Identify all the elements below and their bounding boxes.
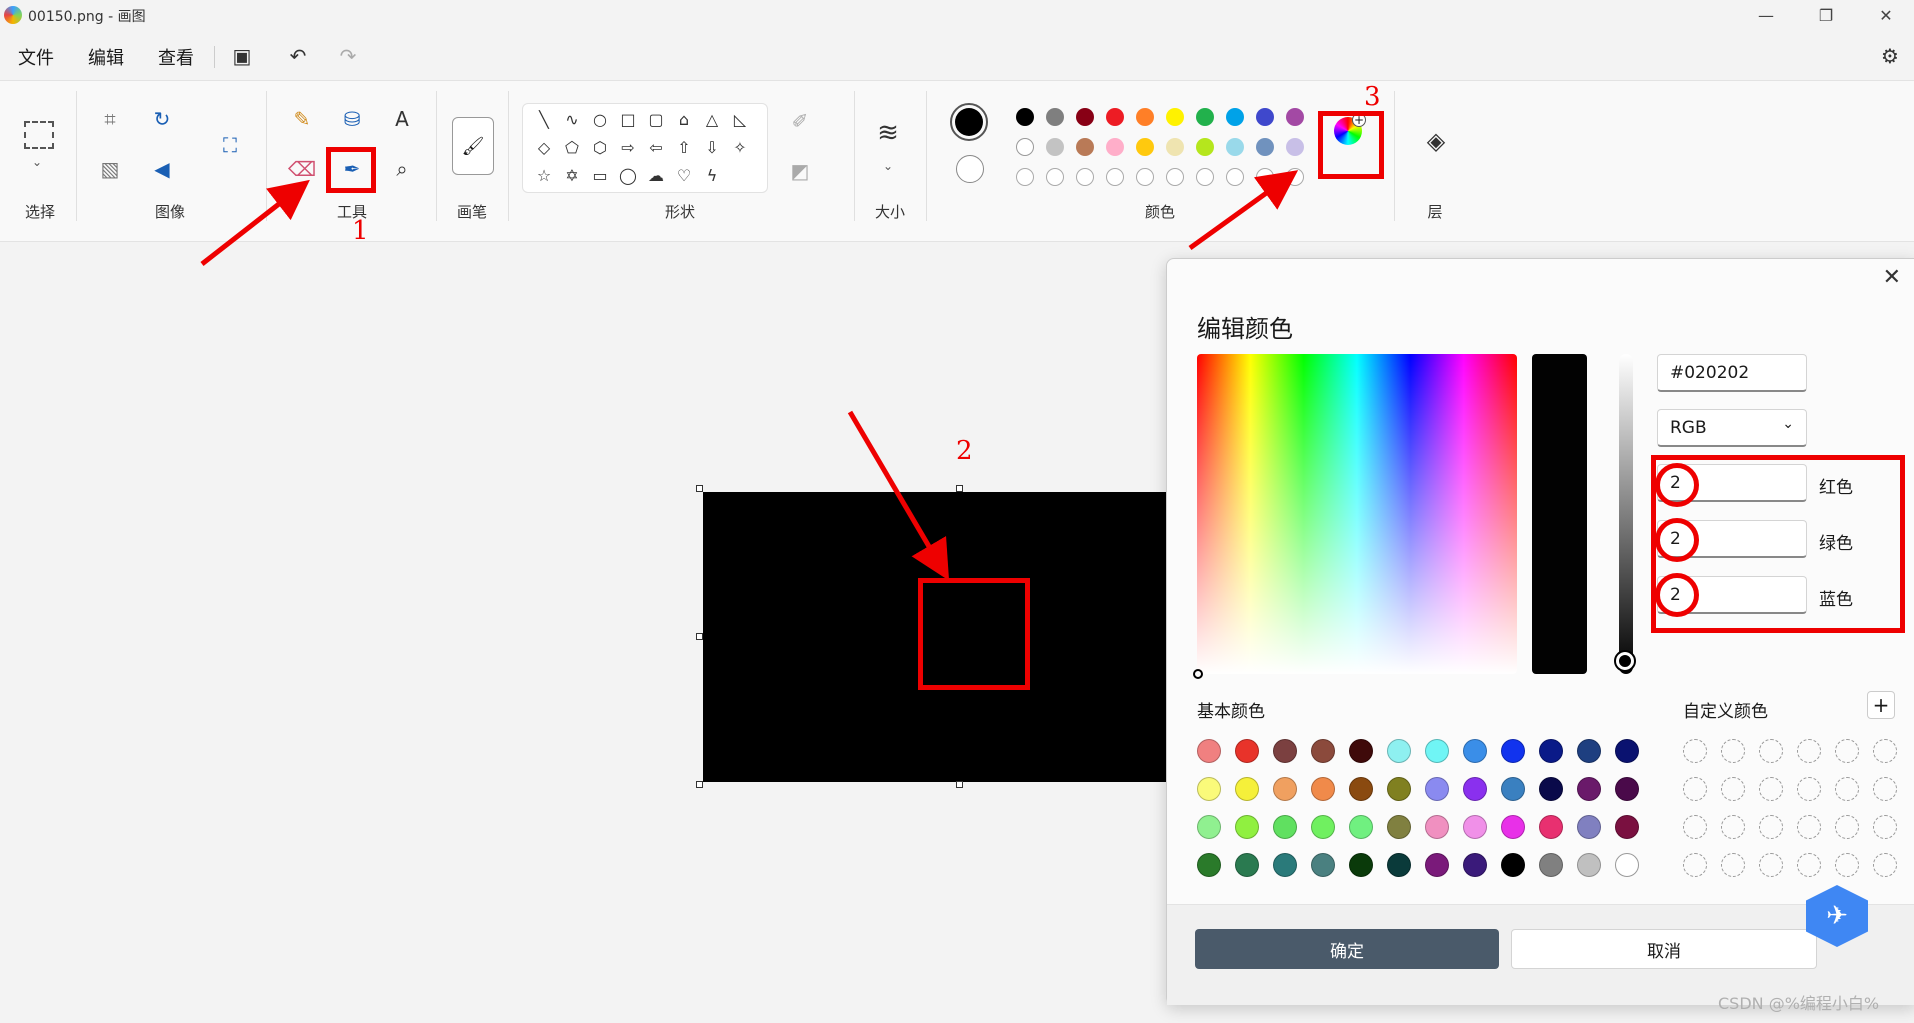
custom-color-slot[interactable] bbox=[1759, 777, 1783, 801]
custom-color-slot[interactable] bbox=[1683, 853, 1707, 877]
basic-color-swatch[interactable] bbox=[1235, 853, 1259, 877]
chevron-down-icon: ⌄ bbox=[1782, 416, 1794, 432]
custom-color-slot[interactable] bbox=[1873, 853, 1897, 877]
basic-color-swatch[interactable] bbox=[1387, 777, 1411, 801]
basic-color-swatch[interactable] bbox=[1349, 815, 1373, 839]
basic-color-swatch[interactable] bbox=[1311, 815, 1335, 839]
cancel-button[interactable]: 取消 bbox=[1511, 929, 1817, 969]
basic-color-swatch[interactable] bbox=[1425, 815, 1449, 839]
basic-color-swatch[interactable] bbox=[1539, 777, 1563, 801]
custom-color-slot[interactable] bbox=[1835, 739, 1859, 763]
custom-color-slot[interactable] bbox=[1759, 739, 1783, 763]
custom-color-slot[interactable] bbox=[1721, 815, 1745, 839]
arrow-1 bbox=[200, 179, 310, 266]
arrow-2 bbox=[847, 410, 950, 581]
color-spectrum[interactable] bbox=[1197, 354, 1517, 674]
basic-color-swatch[interactable] bbox=[1425, 739, 1449, 763]
basic-color-swatch[interactable] bbox=[1615, 739, 1639, 763]
basic-color-swatch[interactable] bbox=[1349, 777, 1373, 801]
basic-color-swatch[interactable] bbox=[1311, 739, 1335, 763]
basic-color-swatch[interactable] bbox=[1463, 815, 1487, 839]
basic-color-swatch[interactable] bbox=[1273, 739, 1297, 763]
custom-color-slot[interactable] bbox=[1835, 777, 1859, 801]
basic-color-swatch[interactable] bbox=[1539, 739, 1563, 763]
basic-color-swatch[interactable] bbox=[1349, 853, 1373, 877]
custom-color-slot[interactable] bbox=[1759, 815, 1783, 839]
annotation-number-2: 2 bbox=[956, 436, 973, 466]
basic-color-swatch[interactable] bbox=[1501, 739, 1525, 763]
custom-color-slot[interactable] bbox=[1835, 853, 1859, 877]
value-slider[interactable] bbox=[1619, 354, 1633, 674]
basic-color-swatch[interactable] bbox=[1501, 815, 1525, 839]
basic-color-swatch[interactable] bbox=[1463, 777, 1487, 801]
basic-color-swatch[interactable] bbox=[1387, 853, 1411, 877]
ok-button[interactable]: 确定 bbox=[1195, 929, 1499, 969]
basic-color-swatch[interactable] bbox=[1539, 853, 1563, 877]
basic-color-swatch[interactable] bbox=[1387, 815, 1411, 839]
color-preview bbox=[1532, 354, 1587, 674]
basic-color-swatch[interactable] bbox=[1501, 777, 1525, 801]
basic-color-swatch[interactable] bbox=[1197, 739, 1221, 763]
basic-color-swatch[interactable] bbox=[1387, 739, 1411, 763]
highlight-circle-blue bbox=[1655, 573, 1699, 617]
dialog-close-icon[interactable]: ✕ bbox=[1883, 265, 1901, 290]
basic-color-swatch[interactable] bbox=[1615, 815, 1639, 839]
custom-color-slot[interactable] bbox=[1759, 853, 1783, 877]
custom-colors-label: 自定义颜色 bbox=[1683, 702, 1768, 722]
basic-color-swatch[interactable] bbox=[1463, 853, 1487, 877]
basic-color-swatch[interactable] bbox=[1235, 739, 1259, 763]
basic-color-swatch[interactable] bbox=[1501, 853, 1525, 877]
basic-color-swatch[interactable] bbox=[1539, 815, 1563, 839]
annotation-number-1: 1 bbox=[352, 216, 369, 246]
hex-input[interactable]: #020202 bbox=[1657, 354, 1807, 392]
basic-color-swatch[interactable] bbox=[1577, 853, 1601, 877]
basic-color-swatch[interactable] bbox=[1197, 815, 1221, 839]
custom-color-slot[interactable] bbox=[1873, 739, 1897, 763]
basic-color-swatch[interactable] bbox=[1425, 853, 1449, 877]
highlight-circle-green bbox=[1655, 518, 1699, 562]
basic-color-swatch[interactable] bbox=[1425, 777, 1449, 801]
dialog-title: 编辑颜色 bbox=[1197, 315, 1293, 343]
basic-color-swatch[interactable] bbox=[1349, 739, 1373, 763]
arrow-3 bbox=[1188, 170, 1299, 251]
basic-color-swatch[interactable] bbox=[1273, 853, 1297, 877]
custom-color-slot[interactable] bbox=[1797, 777, 1821, 801]
annotation-number-3: 3 bbox=[1364, 82, 1381, 112]
basic-color-swatch[interactable] bbox=[1463, 739, 1487, 763]
highlight-circle-red bbox=[1655, 463, 1699, 507]
basic-color-swatch[interactable] bbox=[1577, 777, 1601, 801]
custom-color-slot[interactable] bbox=[1683, 815, 1707, 839]
basic-color-swatch[interactable] bbox=[1577, 815, 1601, 839]
basic-color-swatch[interactable] bbox=[1311, 853, 1335, 877]
edit-colors-dialog: ✕ 编辑颜色 #020202 RGB ⌄ 2 红色 2 绿色 2 蓝色 基本颜色… bbox=[1166, 258, 1914, 1005]
color-mode-value: RGB bbox=[1670, 418, 1707, 438]
custom-color-slot[interactable] bbox=[1721, 777, 1745, 801]
add-custom-color-button[interactable]: + bbox=[1867, 691, 1895, 719]
custom-color-slot[interactable] bbox=[1721, 853, 1745, 877]
basic-colors-label: 基本颜色 bbox=[1197, 702, 1265, 722]
basic-color-swatch[interactable] bbox=[1273, 777, 1297, 801]
custom-color-slot[interactable] bbox=[1797, 815, 1821, 839]
watermark: CSDN @%编程小白% bbox=[1718, 994, 1880, 1013]
value-slider-knob[interactable] bbox=[1614, 650, 1636, 672]
spectrum-cursor[interactable] bbox=[1193, 669, 1203, 679]
basic-color-swatch[interactable] bbox=[1235, 815, 1259, 839]
basic-color-swatch[interactable] bbox=[1577, 739, 1601, 763]
basic-color-swatch[interactable] bbox=[1311, 777, 1335, 801]
custom-color-slot[interactable] bbox=[1721, 739, 1745, 763]
custom-color-slot[interactable] bbox=[1835, 815, 1859, 839]
basic-color-swatch[interactable] bbox=[1235, 777, 1259, 801]
basic-color-swatch[interactable] bbox=[1615, 777, 1639, 801]
custom-color-slot[interactable] bbox=[1683, 777, 1707, 801]
custom-color-slot[interactable] bbox=[1873, 777, 1897, 801]
color-mode-select[interactable]: RGB ⌄ bbox=[1657, 409, 1807, 447]
custom-color-slot[interactable] bbox=[1683, 739, 1707, 763]
custom-color-slot[interactable] bbox=[1873, 815, 1897, 839]
basic-color-swatch[interactable] bbox=[1273, 815, 1297, 839]
custom-color-slot[interactable] bbox=[1797, 853, 1821, 877]
basic-color-swatch[interactable] bbox=[1197, 777, 1221, 801]
custom-color-slot[interactable] bbox=[1797, 739, 1821, 763]
basic-color-swatch[interactable] bbox=[1615, 853, 1639, 877]
basic-color-swatch[interactable] bbox=[1197, 853, 1221, 877]
